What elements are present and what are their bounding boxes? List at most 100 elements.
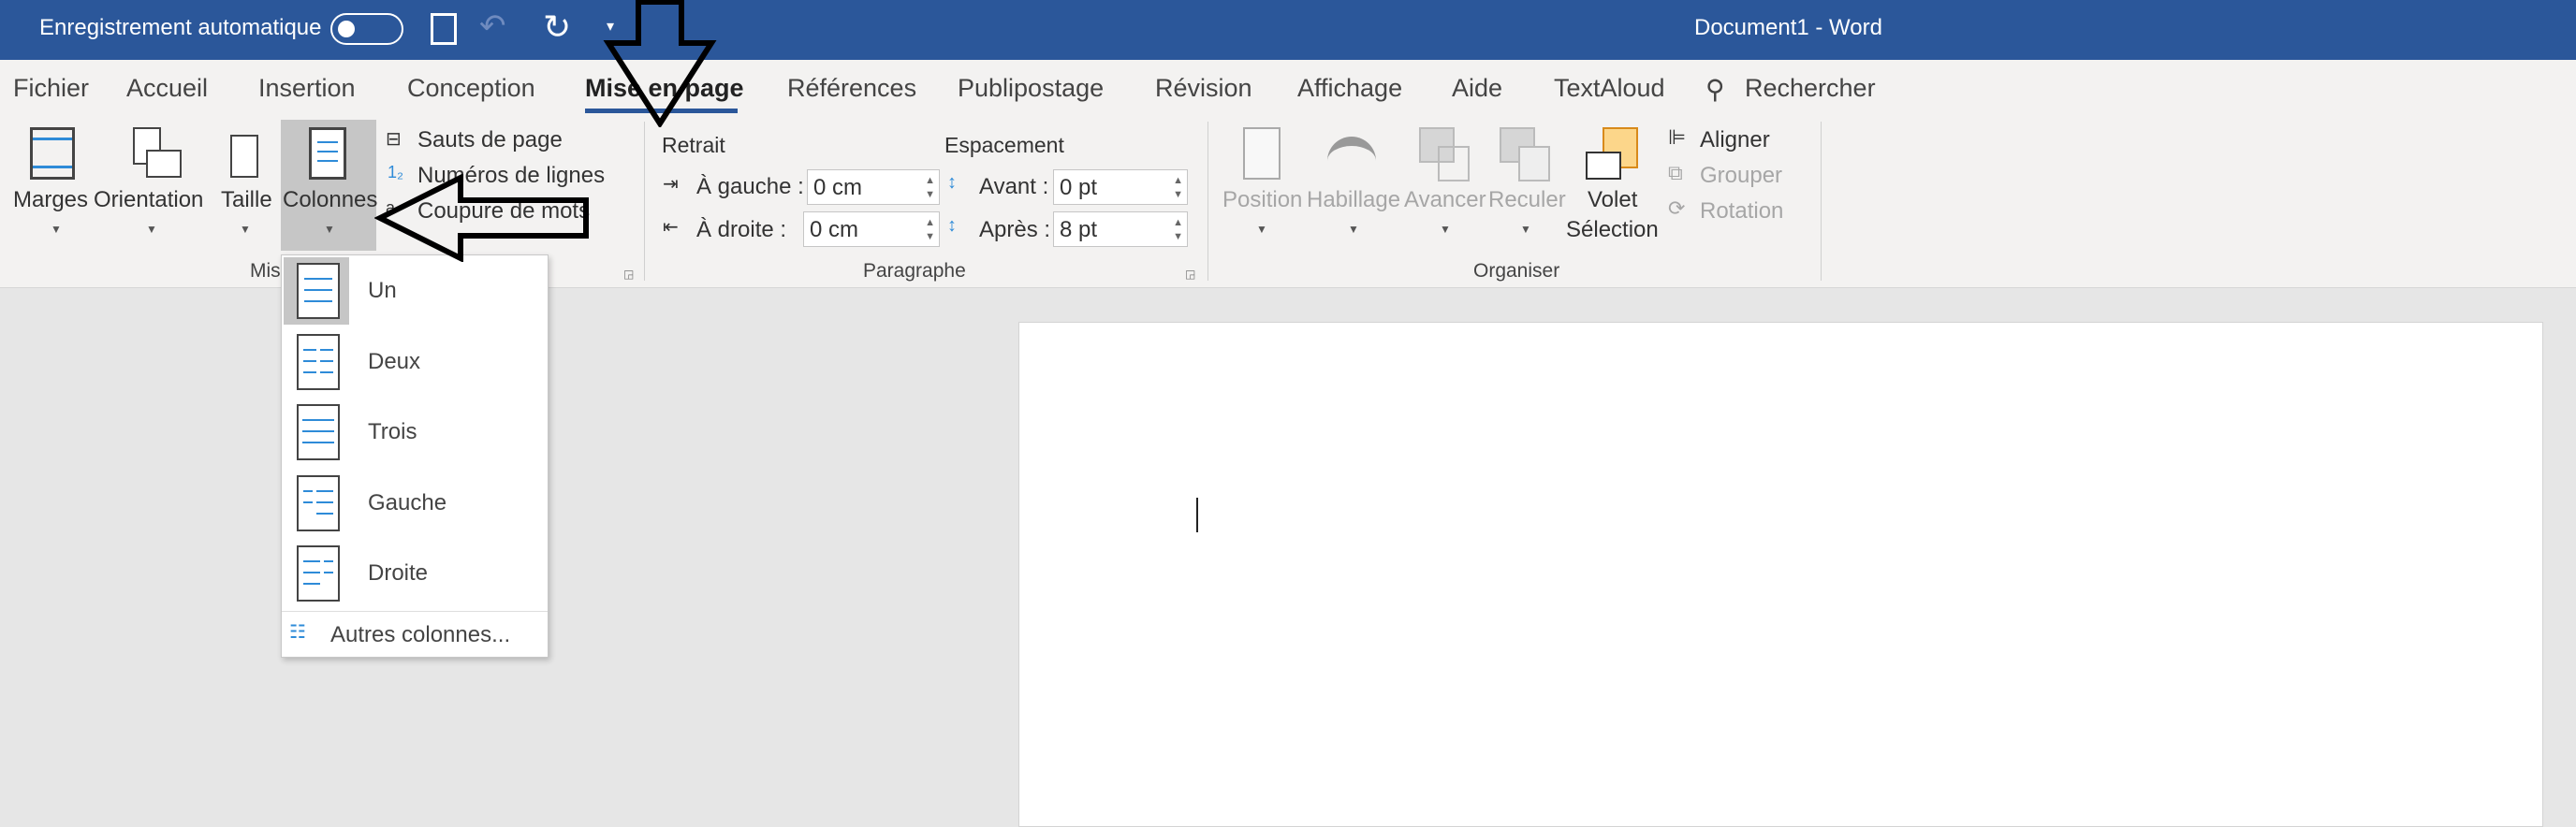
rotation-button[interactable]: Rotation (1700, 198, 1783, 225)
bring-forward-icon-back (1438, 146, 1470, 181)
taille-button[interactable]: Taille (221, 187, 272, 213)
chevron-down-icon: ▼ (51, 223, 62, 236)
annotation-arrow-left-icon (374, 174, 589, 262)
spacing-after-icon: ↕ (947, 215, 957, 236)
chevron-down-icon: ▼ (324, 223, 335, 236)
columns-dropdown: Un Deux Trois Gauche Droite ☷ Autres colo… (281, 254, 549, 658)
tab-textaloud[interactable]: TextAloud (1554, 74, 1665, 103)
reculer-button[interactable]: Reculer (1488, 187, 1566, 213)
habillage-button[interactable]: Habillage (1307, 187, 1400, 213)
title-bar: Enregistrement automatique ↶ ↻ ▾ Documen… (0, 0, 2576, 60)
aligner-button[interactable]: Aligner (1700, 127, 1770, 153)
tab-affichage[interactable]: Affichage (1297, 74, 1402, 103)
menu-item-label: Deux (368, 349, 421, 374)
menu-item-droite[interactable]: Droite (282, 540, 548, 609)
redo-icon[interactable]: ↻ (543, 7, 571, 47)
spacing-after-input[interactable]: 8 pt ▲ ▼ (1053, 211, 1188, 247)
position-button[interactable]: Position (1222, 187, 1302, 213)
droite-label: À droite : (696, 217, 787, 242)
orientation-button[interactable]: Orientation (94, 187, 203, 213)
position-icon (1243, 127, 1281, 180)
tab-publipostage[interactable]: Publipostage (958, 74, 1104, 103)
indent-right-input[interactable]: 0 cm ▲ ▼ (803, 211, 940, 247)
more-columns-icon: ☷ (289, 622, 306, 643)
autosave-toggle[interactable] (330, 13, 403, 45)
rotate-icon: ⟳ (1668, 196, 1686, 220)
volet-label[interactable]: Volet (1588, 187, 1637, 213)
undo-icon[interactable]: ↶ (479, 7, 506, 45)
sauts-de-page-button[interactable]: Sauts de page (417, 127, 563, 153)
indent-left-input[interactable]: 0 cm ▲ ▼ (807, 169, 940, 205)
group-label-paragraphe: Paragraphe (863, 260, 966, 282)
spinner[interactable]: ▲ ▼ (1173, 216, 1183, 244)
retrait-label: Retrait (662, 133, 725, 157)
divider (282, 611, 548, 612)
tab-revision[interactable]: Révision (1155, 74, 1252, 103)
chevron-down-icon: ▼ (1440, 223, 1451, 236)
right-column-icon (297, 545, 340, 602)
send-backward-icon-front (1518, 146, 1550, 181)
tab-aide[interactable]: Aide (1452, 74, 1502, 103)
columns-icon (309, 127, 346, 180)
two-columns-icon (297, 334, 340, 390)
indent-right-value: 0 cm (810, 217, 859, 242)
spinner[interactable]: ▲ ▼ (925, 216, 935, 244)
autosave-label: Enregistrement automatique (39, 15, 322, 40)
menu-item-label: Gauche (368, 490, 447, 515)
document-page[interactable] (1018, 322, 2543, 827)
marges-button[interactable]: Marges (13, 187, 88, 213)
menu-item-label: Autres colonnes... (330, 622, 511, 647)
spacing-before-icon: ↕ (947, 172, 957, 193)
indent-left-value: 0 cm (813, 175, 863, 200)
wrap-text-icon (1327, 137, 1376, 165)
dialog-launcher-icon[interactable]: ◲ (1185, 268, 1195, 281)
avancer-button[interactable]: Avancer (1404, 187, 1486, 213)
group-icon: ⧉ (1668, 161, 1683, 184)
menu-item-gauche[interactable]: Gauche (282, 470, 548, 539)
tab-accueil[interactable]: Accueil (126, 74, 208, 103)
search-label[interactable]: Rechercher (1745, 74, 1876, 103)
menu-item-trois[interactable]: Trois (282, 399, 548, 468)
chevron-down-icon: ▼ (146, 223, 157, 236)
avant-label: Avant : (979, 174, 1049, 199)
margins-icon (30, 127, 75, 180)
orientation-icon-landscape (146, 150, 182, 178)
grouper-button[interactable]: Grouper (1700, 163, 1782, 189)
left-column-icon (297, 475, 340, 531)
search-icon[interactable]: ⚲ (1705, 74, 1725, 105)
divider (644, 122, 645, 281)
align-icon: ⊫ (1668, 125, 1687, 149)
tab-conception[interactable]: Conception (407, 74, 535, 103)
divider (1821, 122, 1822, 281)
colonnes-button[interactable]: Colonnes ▼ (281, 120, 377, 251)
chevron-down-icon: ▼ (1256, 223, 1267, 236)
size-icon (230, 135, 258, 178)
one-column-icon (297, 263, 340, 319)
spinner[interactable]: ▲ ▼ (1173, 174, 1183, 202)
dialog-launcher-icon[interactable]: ◲ (623, 268, 634, 281)
save-icon[interactable] (431, 13, 457, 45)
menu-item-deux[interactable]: Deux (282, 328, 548, 398)
menu-item-label: Un (368, 278, 397, 303)
tab-fichier[interactable]: Fichier (13, 74, 89, 103)
group-label-organiser: Organiser (1473, 260, 1560, 282)
page-break-icon: ⊟ (386, 129, 402, 150)
menu-item-un[interactable]: Un (282, 257, 548, 326)
tab-references[interactable]: Références (787, 74, 916, 103)
spacing-before-value: 0 pt (1060, 175, 1098, 200)
three-columns-icon (297, 404, 340, 460)
chevron-down-icon: ▼ (240, 223, 251, 236)
menu-item-label: Trois (368, 419, 417, 444)
spinner[interactable]: ▲ ▼ (925, 174, 935, 202)
tab-insertion[interactable]: Insertion (258, 74, 356, 103)
ribbon-tabs: Fichier Accueil Insertion Conception Mis… (0, 60, 2576, 118)
menu-item-autres-colonnes[interactable]: ☷ Autres colonnes... (282, 613, 548, 656)
selection-label[interactable]: Sélection (1566, 217, 1659, 243)
window-title: Document1 - Word (1694, 15, 1882, 40)
annotation-arrow-down-icon (603, 0, 717, 127)
chevron-down-icon: ▼ (1348, 223, 1359, 236)
gauche-label: À gauche : (696, 174, 804, 199)
apres-label: Après : (979, 217, 1051, 242)
espacement-label: Espacement (944, 133, 1064, 157)
spacing-before-input[interactable]: 0 pt ▲ ▼ (1053, 169, 1188, 205)
